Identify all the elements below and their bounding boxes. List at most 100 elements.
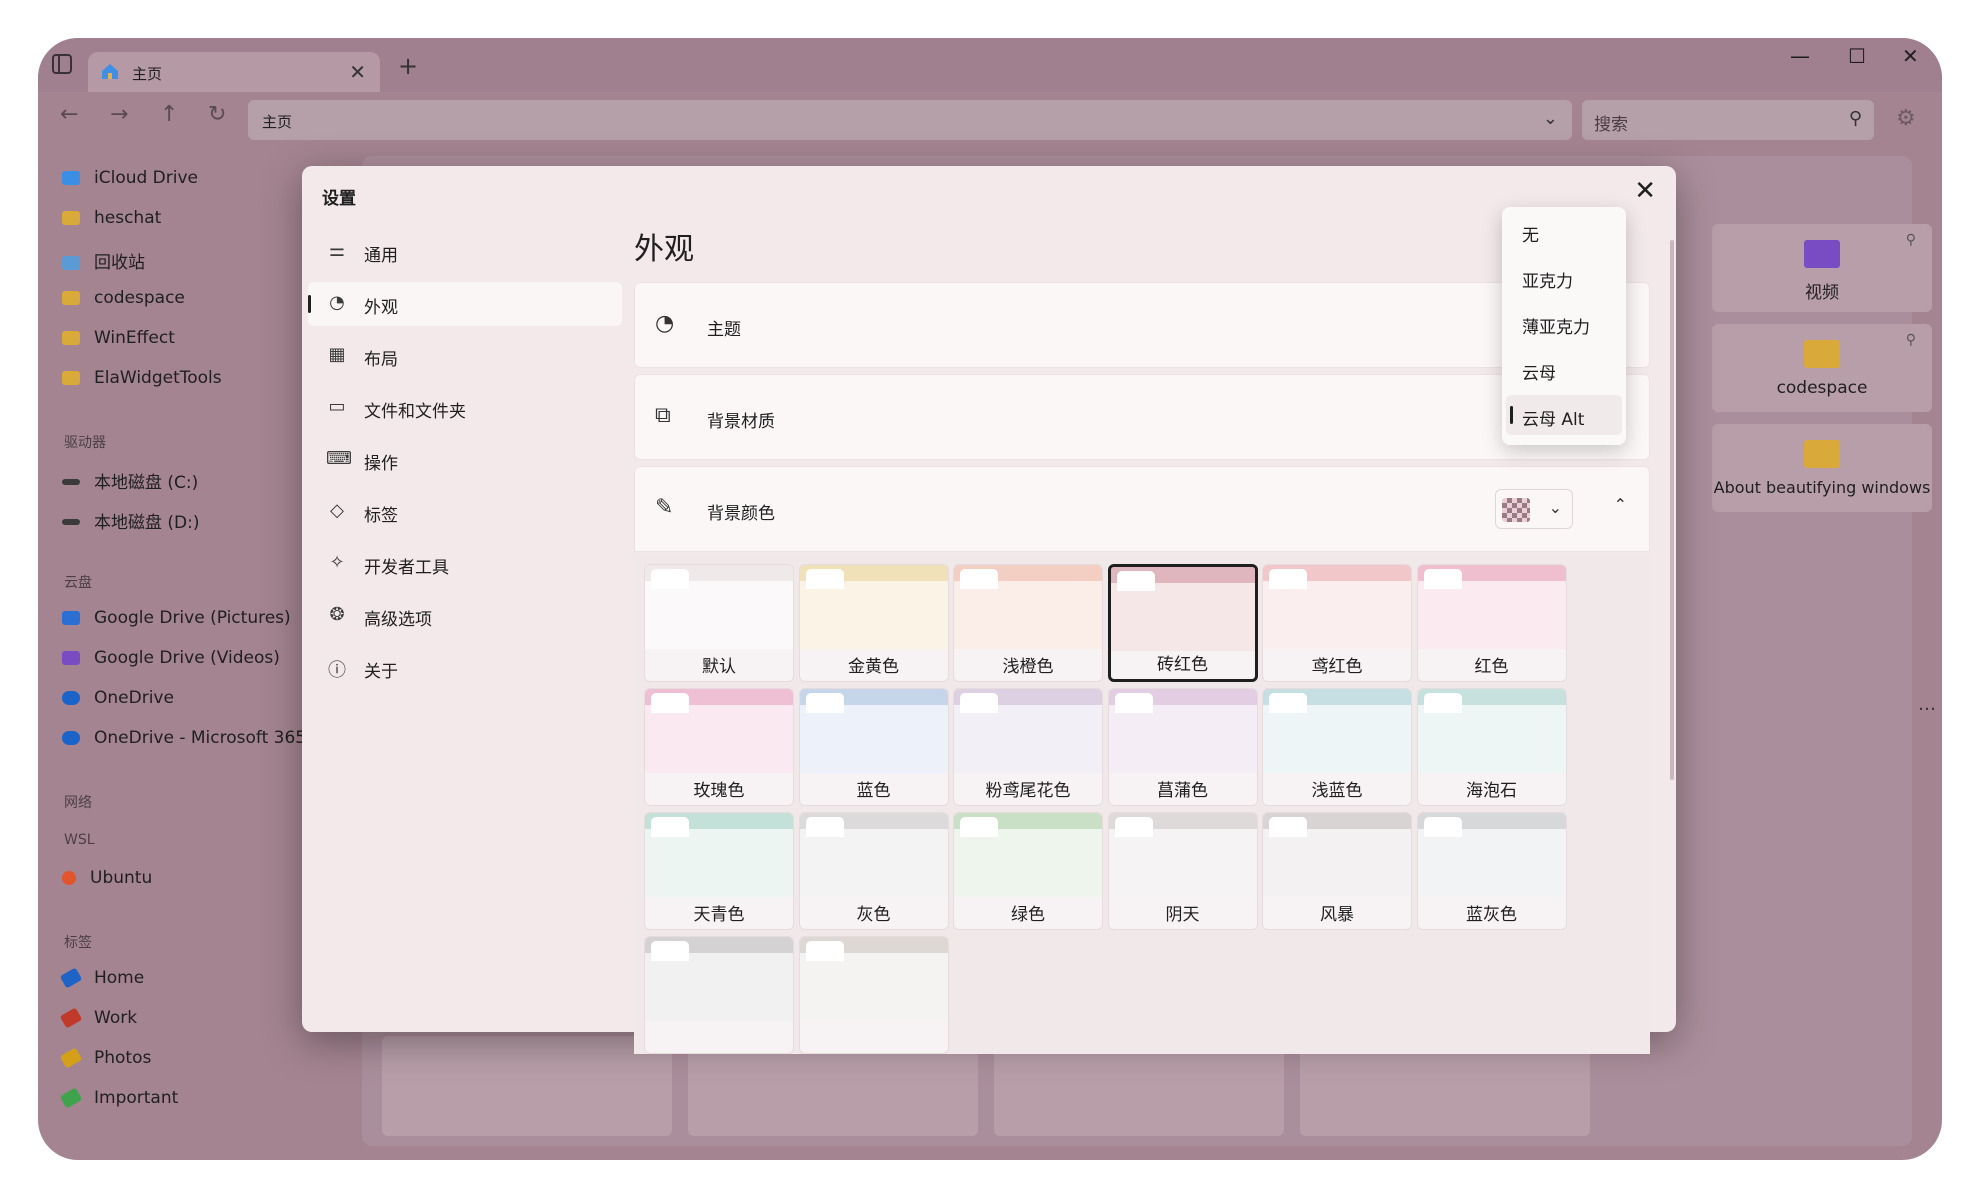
sidebar-item-tag-photos[interactable]: Photos: [59, 1047, 151, 1082]
new-tab-button[interactable]: +: [398, 52, 418, 80]
sidebar-item-label: iCloud Drive: [94, 168, 199, 188]
up-arrow-icon[interactable]: ↑: [160, 102, 178, 127]
sidebar-item-icloud[interactable]: iCloud Drive: [62, 168, 198, 202]
sidebar-item-tag-work[interactable]: Work: [59, 1007, 137, 1042]
maximize-button[interactable]: ☐: [1848, 44, 1866, 68]
tag-icon: [59, 1007, 83, 1029]
settings-nav-layout[interactable]: ▦ 布局: [308, 334, 622, 378]
folder-icon: [62, 211, 80, 225]
sidebar-item-heschat[interactable]: heschat: [62, 208, 161, 242]
color-tile[interactable]: 蓝灰色: [1416, 812, 1567, 930]
sidebar-item-elawidgettools[interactable]: ElaWidgetTools: [62, 368, 222, 402]
search-icon[interactable]: ⚲: [1849, 108, 1862, 129]
color-tile[interactable]: 灰色: [798, 812, 949, 930]
material-dropdown[interactable]: 无 亚克力 薄亚克力 云母 云母 Alt: [1502, 207, 1626, 445]
color-tile-label: 灰色: [856, 905, 891, 925]
material-setting-row[interactable]: ⧉ 背景材质: [634, 374, 1650, 460]
back-arrow-icon[interactable]: ←: [60, 102, 78, 127]
background-color-setting-row[interactable]: ✎ 背景颜色 ⌄ ⌃: [634, 466, 1650, 552]
network-header[interactable]: 网络: [64, 792, 92, 812]
folder-tab-icon: [1423, 817, 1462, 837]
sidebar-item-recycle-bin[interactable]: 回收站: [62, 248, 145, 282]
sidebar-item-label: OneDrive: [94, 688, 174, 708]
settings-nav-tags[interactable]: ◇ 标签: [308, 490, 622, 534]
color-tile[interactable]: [798, 936, 949, 1054]
settings-nav-advanced[interactable]: ❂ 高级选项: [308, 594, 622, 638]
pin-icon[interactable]: ⚲: [1906, 232, 1916, 248]
material-icon: ⧉: [655, 403, 671, 428]
color-tile[interactable]: 红色: [1416, 564, 1567, 682]
address-bar[interactable]: 主页 ⌄: [248, 100, 1572, 140]
gear-icon[interactable]: ⚙: [1896, 106, 1916, 131]
material-option-mica-alt[interactable]: 云母 Alt: [1506, 395, 1622, 435]
color-tile[interactable]: 绿色: [953, 812, 1103, 930]
color-tile[interactable]: 蓝色: [798, 688, 949, 806]
more-options-icon[interactable]: …: [1918, 694, 1936, 715]
settings-nav-appearance[interactable]: ◔ 外观: [308, 282, 622, 326]
theme-setting-row[interactable]: ◔ 主题: [634, 282, 1650, 368]
tile-body-color: [1263, 829, 1411, 897]
material-option-none[interactable]: 无: [1506, 211, 1622, 251]
color-tile[interactable]: 默认: [644, 564, 794, 682]
tag-icon: [59, 1047, 83, 1069]
color-tile[interactable]: 天青色: [644, 812, 794, 930]
material-option-mica[interactable]: 云母: [1506, 349, 1622, 389]
quick-access-card-codespace[interactable]: ⚲ codespace: [1712, 324, 1932, 412]
tile-body-color: [1108, 829, 1257, 897]
tile-body-color: [954, 829, 1102, 897]
forward-arrow-icon[interactable]: →: [110, 102, 128, 127]
color-picker-button[interactable]: ⌄: [1495, 489, 1573, 529]
minimize-button[interactable]: —: [1790, 44, 1810, 68]
sidebar-item-wineffect[interactable]: WinEffect: [62, 328, 175, 362]
pin-icon[interactable]: ⚲: [1906, 332, 1916, 348]
sidebar-item-label: WinEffect: [94, 328, 175, 348]
palette-icon: ◔: [329, 292, 345, 313]
color-tile[interactable]: 砖红色: [1107, 564, 1258, 682]
color-tile[interactable]: 浅橙色: [953, 564, 1103, 682]
sidebar-item-onedrive-365[interactable]: OneDrive - Microsoft 365: [62, 728, 306, 762]
sidebar-item-google-drive-videos[interactable]: Google Drive (Videos): [62, 648, 280, 682]
settings-nav-files-folders[interactable]: ▭ 文件和文件夹: [308, 386, 622, 430]
refresh-icon[interactable]: ↻: [208, 102, 226, 127]
sidebar-item-onedrive[interactable]: OneDrive: [62, 688, 174, 722]
sidebar-item-ubuntu[interactable]: Ubuntu: [62, 868, 152, 902]
chevron-up-icon[interactable]: ⌃: [1614, 495, 1627, 514]
material-option-thin-acrylic[interactable]: 薄亚克力: [1506, 303, 1622, 343]
tab-home[interactable]: 主页 ✕: [88, 52, 380, 92]
settings-nav-actions[interactable]: ⌨ 操作: [308, 438, 622, 482]
sidebar-item-drive-d[interactable]: 本地磁盘 (D:): [62, 508, 200, 542]
dialog-scrollbar[interactable]: [1670, 240, 1674, 780]
color-tile[interactable]: 粉鸢尾花色: [953, 688, 1103, 806]
tile-body-color: [799, 581, 948, 649]
quick-access-card-about[interactable]: About beautifying windows: [1712, 424, 1932, 512]
folder-tab-icon: [1269, 569, 1307, 589]
settings-nav-general[interactable]: ⚌ 通用: [308, 230, 622, 274]
sidebar-item-tag-important[interactable]: Important: [59, 1087, 178, 1122]
quick-access-card-videos[interactable]: ⚲ 视频: [1712, 224, 1932, 312]
sidebar-item-tag-home[interactable]: Home: [59, 967, 144, 1002]
close-icon[interactable]: ✕: [1634, 176, 1656, 206]
color-tile[interactable]: 鸢红色: [1262, 564, 1412, 682]
material-option-acrylic[interactable]: 亚克力: [1506, 257, 1622, 297]
sidebar-toggle-icon[interactable]: [52, 54, 72, 74]
color-tile[interactable]: 风暴: [1262, 812, 1412, 930]
sidebar-item-codespace[interactable]: codespace: [62, 288, 185, 322]
settings-nav-about[interactable]: ⓘ 关于: [308, 646, 622, 690]
settings-nav-devtools[interactable]: ✧ 开发者工具: [308, 542, 622, 586]
tile-body-color: [799, 829, 948, 897]
folder-tab-icon: [651, 941, 689, 961]
color-tile[interactable]: 浅蓝色: [1262, 688, 1412, 806]
color-tile[interactable]: 海泡石: [1416, 688, 1567, 806]
close-window-button[interactable]: ✕: [1902, 44, 1919, 68]
color-tile[interactable]: 菖蒲色: [1107, 688, 1258, 806]
color-tile[interactable]: 玫瑰色: [644, 688, 794, 806]
color-tile[interactable]: [644, 936, 794, 1054]
color-tile[interactable]: 金黄色: [798, 564, 949, 682]
chevron-down-icon[interactable]: ⌄: [1543, 108, 1558, 129]
sidebar-item-drive-c[interactable]: 本地磁盘 (C:): [62, 468, 198, 502]
sidebar-item-google-drive-pictures[interactable]: Google Drive (Pictures): [62, 608, 291, 642]
tab-close-icon[interactable]: ✕: [349, 60, 366, 84]
recent-card[interactable]: [382, 1036, 672, 1136]
color-tile[interactable]: 阴天: [1107, 812, 1258, 930]
search-input[interactable]: 搜索 ⚲: [1582, 100, 1874, 140]
